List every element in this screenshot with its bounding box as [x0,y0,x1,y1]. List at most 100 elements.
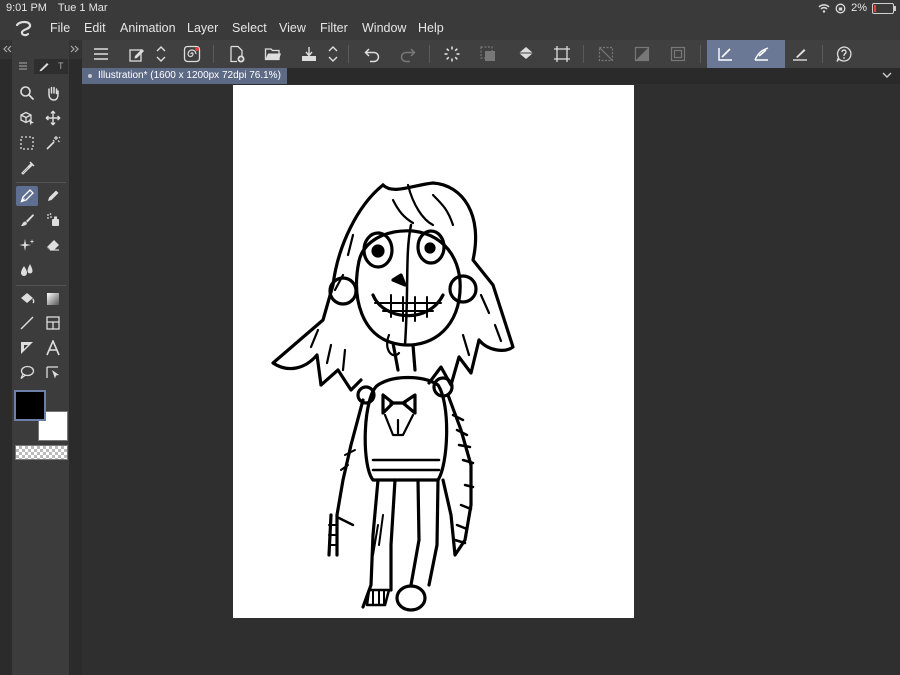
menu-select[interactable]: Select [232,21,267,35]
menu-file[interactable]: File [50,21,70,35]
clear-outside-button[interactable] [475,43,501,65]
scroll-up-down-button[interactable] [153,43,169,65]
snap-special-ruler-icon [754,47,769,61]
ruler-triangle-icon [21,342,33,354]
gradient-tool[interactable] [42,289,64,309]
eraser-tool[interactable] [42,235,64,255]
edit-layer-icon [129,49,144,62]
menu-window[interactable]: Window [362,21,406,35]
edit-layer-button[interactable] [124,43,150,65]
scroll-up-down-button-2[interactable] [325,43,341,65]
frame-border-tool[interactable] [42,313,64,333]
decoration-tool[interactable] [16,235,38,255]
marquee-icon [20,136,34,150]
chevron-up-down-icon [156,46,166,62]
open-file-button[interactable] [260,43,286,65]
tool-divider-2 [16,285,66,286]
hamburger-icon [94,48,108,60]
chevron-up-down-icon [328,46,338,62]
brush-tool[interactable] [16,210,38,230]
toolbar-separator [822,45,823,63]
correct-line-tool[interactable] [42,362,64,382]
tool-tab-label: T [58,61,64,71]
line-icon [20,316,34,330]
gradient-icon [47,293,59,305]
menu-filter[interactable]: Filter [320,21,348,35]
text-tool[interactable] [42,338,64,358]
redo-button[interactable] [395,43,421,65]
magic-wand-icon [46,136,61,150]
status-time: 9:01 PM [6,2,47,14]
menu-help[interactable]: Help [418,21,444,35]
status-bar: 9:01 PM Tue 1 Mar 2% [0,0,900,17]
drawing-canvas[interactable] [233,85,634,618]
undo-icon [364,48,380,63]
move-tool[interactable] [42,108,64,128]
text-a-icon [46,340,60,356]
save-button[interactable] [296,43,322,65]
menu-animation[interactable]: Animation [120,21,176,35]
zoom-tool[interactable] [16,83,38,103]
pen-tool[interactable] [16,186,38,206]
new-file-button[interactable] [224,43,250,65]
frame-border-icon [46,316,60,330]
character-lineart [271,181,515,612]
airbrush-icon [47,213,59,226]
blend-tool[interactable] [16,260,38,280]
fill-tool[interactable] [16,289,38,309]
snap-to-grid-button[interactable] [787,43,813,65]
object-select-icon [20,111,34,126]
transform-crop-icon [554,46,570,62]
expand-right-icon[interactable] [70,44,80,54]
eyedropper-tool[interactable] [16,158,38,178]
tool-tab[interactable]: T [34,59,68,74]
menu-view[interactable]: View [279,21,306,35]
panel-menu-icon[interactable] [18,62,28,70]
wifi-icon [818,4,830,13]
chevron-down-icon[interactable] [882,72,892,79]
invert-selection-button[interactable] [629,43,655,65]
pencil-tool[interactable] [42,186,64,206]
auto-select-tool[interactable] [42,133,64,153]
invert-selection-icon [634,46,650,62]
help-button[interactable] [831,43,857,65]
hand-tool[interactable] [42,83,64,103]
transparent-color-swatch[interactable] [15,445,68,460]
command-bar [82,40,900,68]
balloon-tool[interactable] [16,362,38,382]
speech-balloon-icon [20,365,35,379]
document-tab[interactable]: Illustration* (1600 x 1200px 72dpi 76.1%… [82,68,287,84]
deselect-icon [598,46,614,62]
left-gutter-right [69,59,82,675]
undo-button[interactable] [359,43,385,65]
expand-selection-button[interactable] [665,43,691,65]
clear-button[interactable] [439,43,465,65]
document-tab-bar: Illustration* (1600 x 1200px 72dpi 76.1%… [82,68,900,84]
menu-layer[interactable]: Layer [187,21,218,35]
object-tool[interactable] [16,108,38,128]
sparkle-icon [19,239,35,251]
menu-button[interactable] [88,43,114,65]
deselect-button[interactable] [593,43,619,65]
eraser-icon [46,240,59,251]
main-color-swatch[interactable] [14,390,46,421]
folder-open-icon [264,48,281,61]
toolbar-separator [583,45,584,63]
correct-line-icon [46,366,59,379]
companion-button[interactable] [179,43,205,65]
toolbar-separator [213,45,214,63]
collapse-left-icon[interactable] [2,44,12,54]
figure-tool[interactable] [16,313,38,333]
transform-button[interactable] [549,43,575,65]
selection-frame-icon [670,46,686,62]
brush-icon [21,214,34,226]
fill-selection-button[interactable] [513,43,539,65]
selection-tool[interactable] [16,133,38,153]
menu-edit[interactable]: Edit [84,21,106,35]
snap-to-ruler-button[interactable] [712,43,738,65]
app-logo-icon[interactable] [14,20,34,37]
snap-to-special-ruler-button[interactable] [748,43,774,65]
fill-bucket-icon [519,47,533,59]
airbrush-tool[interactable] [42,210,64,230]
ruler-tool[interactable] [16,338,38,358]
